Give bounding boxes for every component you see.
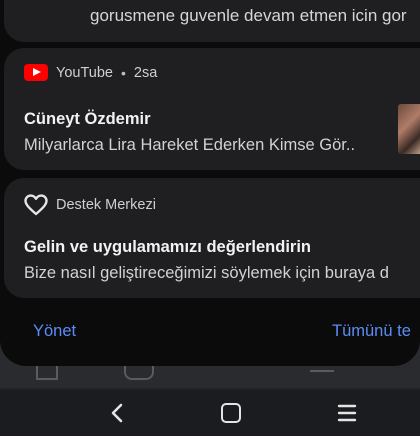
manage-button[interactable]: Yönet (33, 322, 76, 341)
app-name: YouTube (56, 64, 113, 81)
app-name: Destek Merkezi (56, 197, 156, 213)
separator-dot: • (120, 64, 126, 81)
notification-title: Gelin ve uygulamamızı değerlendirin (24, 238, 311, 256)
notification-body: gorusmene guvenle devam etmen icin gor (90, 6, 407, 25)
background-app-icon (310, 370, 334, 388)
notification-header: YouTube • 2sa (24, 64, 157, 81)
notification-body: Milyarlarca Lira Hareket Ederken Kimse G… (24, 136, 356, 154)
youtube-icon (24, 64, 48, 81)
home-square-icon[interactable] (221, 403, 241, 423)
navigation-bar (0, 390, 420, 436)
notification-card-youtube[interactable]: YouTube • 2sa Cüneyt Özdemir Milyarlarca… (4, 48, 420, 170)
notification-card[interactable]: gorusmene guvenle devam etmen icin gor (4, 0, 420, 42)
clear-all-button[interactable]: Tümünü te (332, 322, 411, 341)
notification-body: Bize nasıl geliştireceğimizi söylemek iç… (24, 264, 389, 282)
recents-lines-icon[interactable] (337, 404, 357, 422)
notification-title: Cüneyt Özdemir (24, 110, 151, 128)
notification-card-support[interactable]: Destek Merkezi Gelin ve uygulamamızı değ… (4, 178, 420, 298)
notification-time: 2sa (133, 64, 158, 81)
notification-header: Destek Merkezi (24, 194, 156, 216)
notification-shade: gorusmene guvenle devam etmen icin gor Y… (0, 0, 420, 366)
video-thumbnail (398, 104, 420, 154)
screen: gorusmene guvenle devam etmen icin gor Y… (0, 0, 420, 436)
back-chevron-icon[interactable] (108, 402, 128, 424)
heart-icon (24, 194, 48, 216)
